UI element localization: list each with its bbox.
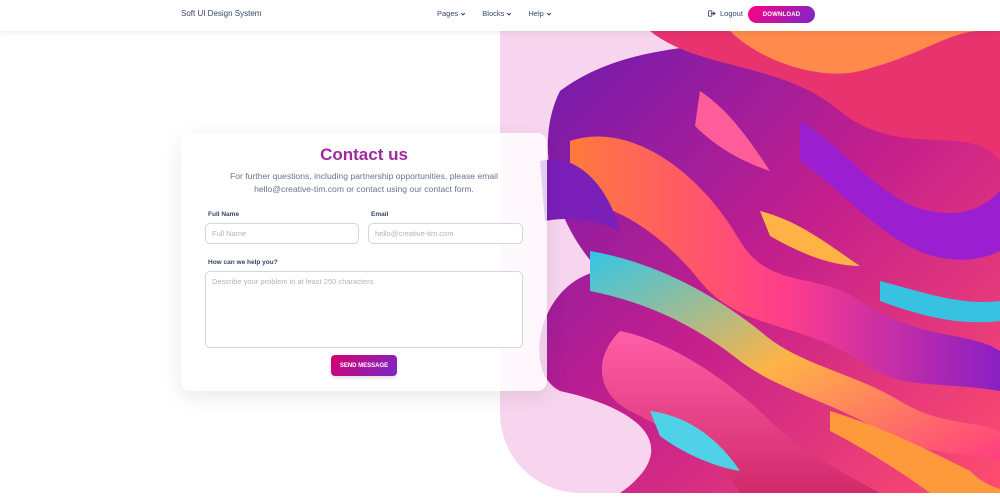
contact-description: For further questions, including partner… xyxy=(230,171,498,194)
nav-item-label: Help xyxy=(528,9,544,18)
logout-label: Logout xyxy=(720,9,743,18)
message-label: How can we help you? xyxy=(208,259,278,266)
brand-link[interactable]: Soft UI Design System xyxy=(181,9,261,18)
nav-item-label: Blocks xyxy=(482,9,505,18)
nav-item-pages[interactable]: Pages xyxy=(437,9,466,18)
page-title: Contact us xyxy=(320,145,408,164)
chevron-down-icon xyxy=(461,12,466,16)
send-message-button[interactable]: SEND MESSAGE xyxy=(331,355,397,376)
email-label: Email xyxy=(371,211,389,218)
contact-card: Contact us For further questions, includ… xyxy=(181,133,547,391)
logout-link[interactable]: Logout xyxy=(708,9,743,18)
navbar: Soft UI Design System Pages Blocks Help … xyxy=(0,0,1000,31)
chevron-down-icon xyxy=(507,12,512,16)
sign-out-icon xyxy=(708,10,716,17)
message-textarea[interactable] xyxy=(205,271,523,348)
nav-item-help[interactable]: Help xyxy=(528,9,551,18)
download-button[interactable]: DOWNLOAD xyxy=(748,6,815,23)
nav-menu: Pages Blocks Help xyxy=(437,9,568,18)
full-name-input[interactable] xyxy=(205,223,359,244)
chevron-down-icon xyxy=(546,12,551,16)
full-name-label: Full Name xyxy=(208,211,240,218)
nav-item-blocks[interactable]: Blocks xyxy=(482,9,512,18)
hero-abstract-image xyxy=(500,31,1000,493)
email-input[interactable] xyxy=(368,223,523,244)
nav-item-label: Pages xyxy=(437,9,459,18)
abstract-swirl-illustration xyxy=(539,31,1000,493)
